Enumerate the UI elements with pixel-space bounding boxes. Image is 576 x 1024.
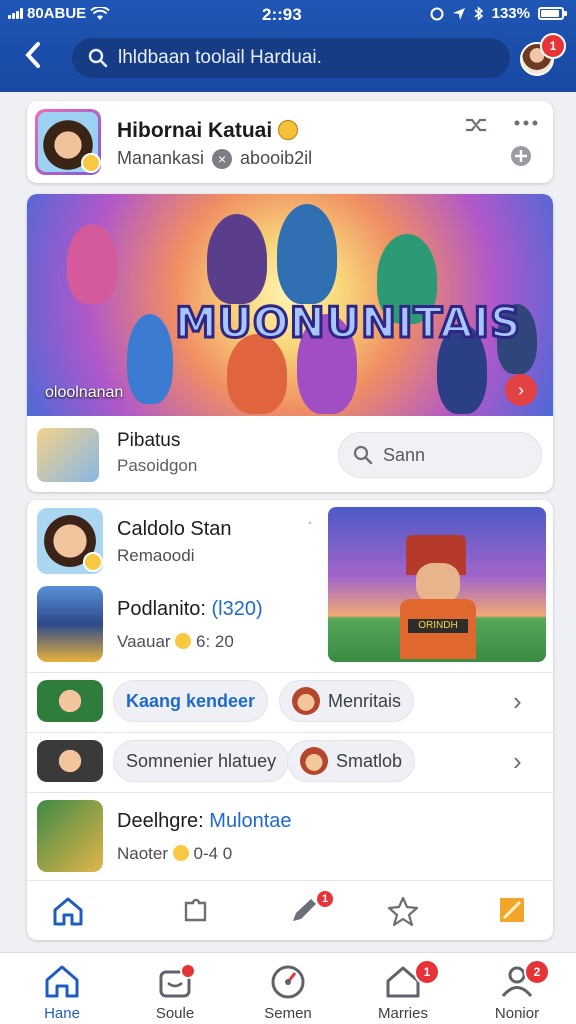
hero-next-button[interactable]: › <box>505 374 537 406</box>
nav-badge: 2 <box>524 959 550 985</box>
bluetooth-icon <box>474 6 483 21</box>
nav-label: Semen <box>264 1005 312 1022</box>
emoji-face-icon <box>278 120 299 140</box>
wifi-icon <box>90 6 110 20</box>
close-circle-icon: × <box>212 148 233 169</box>
chip-tag[interactable]: Kaang kendeer <box>113 680 269 722</box>
status-bar: 80ABUE 2::93 133% <box>0 0 576 28</box>
list-item-avatar <box>37 680 103 722</box>
nav-badge: 1 <box>414 959 440 985</box>
hero-title-text: MUONUNITAIS <box>173 297 522 349</box>
inner-tab-favorites[interactable] <box>387 895 423 929</box>
note-icon <box>500 898 524 922</box>
gauge-icon <box>271 965 305 999</box>
profile-handle: abooib2il <box>240 148 313 168</box>
puzzle-icon <box>184 898 207 922</box>
search-input[interactable]: lhldbaan toolail Harduai. <box>72 38 510 78</box>
shuffle-button[interactable] <box>463 115 489 139</box>
inner-tab-bar: 1 <box>27 880 553 940</box>
list-item-avatar <box>37 800 103 872</box>
signal-icon <box>8 8 23 19</box>
location-icon <box>452 7 465 20</box>
avatar-emoji-icon <box>292 687 320 715</box>
inner-tab-notes[interactable] <box>497 895 533 929</box>
profile-name: Hibornai Katuai <box>117 119 299 143</box>
hero-search-button[interactable]: Sann <box>338 432 542 478</box>
home-icon <box>53 897 83 926</box>
emoji-face-icon <box>175 633 192 649</box>
search-icon <box>353 445 373 465</box>
chevron-right-icon[interactable]: › <box>513 686 522 717</box>
alarm-icon <box>430 7 444 20</box>
hero-row-subtitle: Pasoidgon <box>117 456 198 475</box>
nav-soule[interactable]: Soule <box>130 963 220 1023</box>
pin-icon: ◦ <box>308 518 312 529</box>
content-list-card: Caldolo Stan Remaoodi ◦ ORINDH Podlanito… <box>27 500 553 940</box>
list-item-avatar <box>37 740 103 782</box>
nav-home[interactable]: Hane <box>17 963 107 1023</box>
more-options-button[interactable] <box>513 115 539 139</box>
notification-badge: 1 <box>540 33 566 59</box>
hero-row-avatar <box>37 428 99 482</box>
nav-label: Hane <box>44 1005 80 1022</box>
featured-hero-card[interactable]: MUONUNITAIS oloolnanan › Pibatus Pasoidg… <box>27 194 553 492</box>
carrier-name: 80ABUE <box>27 5 87 22</box>
divider <box>27 792 553 793</box>
emoji-face-icon <box>172 845 189 861</box>
chevron-left-icon <box>25 42 40 68</box>
profile-card[interactable]: Hibornai Katuai Manankasi × abooib2il <box>27 101 553 183</box>
shuffle-icon <box>466 118 486 132</box>
search-icon <box>88 48 108 68</box>
list-item-subtitle: Naoter 0-4 0 <box>117 844 233 863</box>
list-item-subtitle: Vaauar 6: 20 <box>117 632 234 651</box>
star-icon <box>387 896 419 927</box>
emoji-badge-icon <box>81 153 101 173</box>
plus-circle-icon <box>511 146 531 166</box>
profile-subtitle: Manankasi <box>117 148 205 168</box>
search-placeholder: lhldbaan toolail Harduai. <box>118 47 322 68</box>
avatar-emoji-icon <box>300 747 328 775</box>
nav-marries[interactable]: 1 Marries <box>358 959 448 1023</box>
divider <box>27 672 553 673</box>
hero-search-label: Sann <box>383 444 426 465</box>
inner-tab-badge: 1 <box>315 889 335 909</box>
hero-caption: oloolnanan <box>45 384 124 401</box>
battery-percent: 133% <box>491 5 530 22</box>
status-time: 2::93 <box>262 5 302 24</box>
chip-tag[interactable]: Somnenier hlatuey <box>113 740 290 782</box>
chip-tag[interactable]: Menritais <box>279 680 415 722</box>
carrier-group: 80ABUE <box>8 5 110 22</box>
chevron-right-icon[interactable]: › <box>513 746 522 777</box>
nav-badge-dot <box>180 963 196 979</box>
feature-banner: ORINDH <box>408 619 468 633</box>
inner-tab-home[interactable] <box>51 895 87 929</box>
emoji-badge-icon <box>83 552 103 572</box>
nav-nonior[interactable]: 2 Nonior <box>472 959 562 1023</box>
feature-image[interactable]: ORINDH <box>328 507 546 662</box>
bottom-navigation: Hane Soule Semen 1 Marries 2 Nonior <box>0 952 576 1024</box>
nav-label: Marries <box>377 1005 428 1022</box>
back-button[interactable] <box>18 40 48 74</box>
list-item-title: Deelhgre: Mulontae <box>117 810 292 832</box>
add-button[interactable] <box>509 145 533 169</box>
home-icon <box>45 965 79 998</box>
inner-tab-puzzle[interactable] <box>181 895 217 929</box>
list-item-title: Podlanito: (l320) <box>117 598 263 620</box>
list-item-title: Caldolo Stan <box>117 518 232 540</box>
nav-semen[interactable]: Semen <box>243 963 333 1023</box>
hero-row-title: Pibatus <box>117 430 181 451</box>
more-horizontal-icon <box>514 120 538 126</box>
battery-icon <box>538 7 567 20</box>
profile-subtitle-row: Manankasi × abooib2il <box>117 148 312 169</box>
nav-label: Soule <box>155 1005 195 1022</box>
list-item-avatar <box>37 586 103 662</box>
nav-label: Nonior <box>494 1005 540 1022</box>
list-item-subtitle: Remaoodi <box>117 546 195 565</box>
divider <box>27 732 553 733</box>
chip-tag[interactable]: Smatlob <box>287 740 416 782</box>
status-right: 133% <box>430 5 567 22</box>
top-app-bar: 80ABUE 2::93 133% lhldbaan toolail Hardu… <box>0 0 576 92</box>
hero-image: MUONUNITAIS oloolnanan › <box>27 194 553 416</box>
